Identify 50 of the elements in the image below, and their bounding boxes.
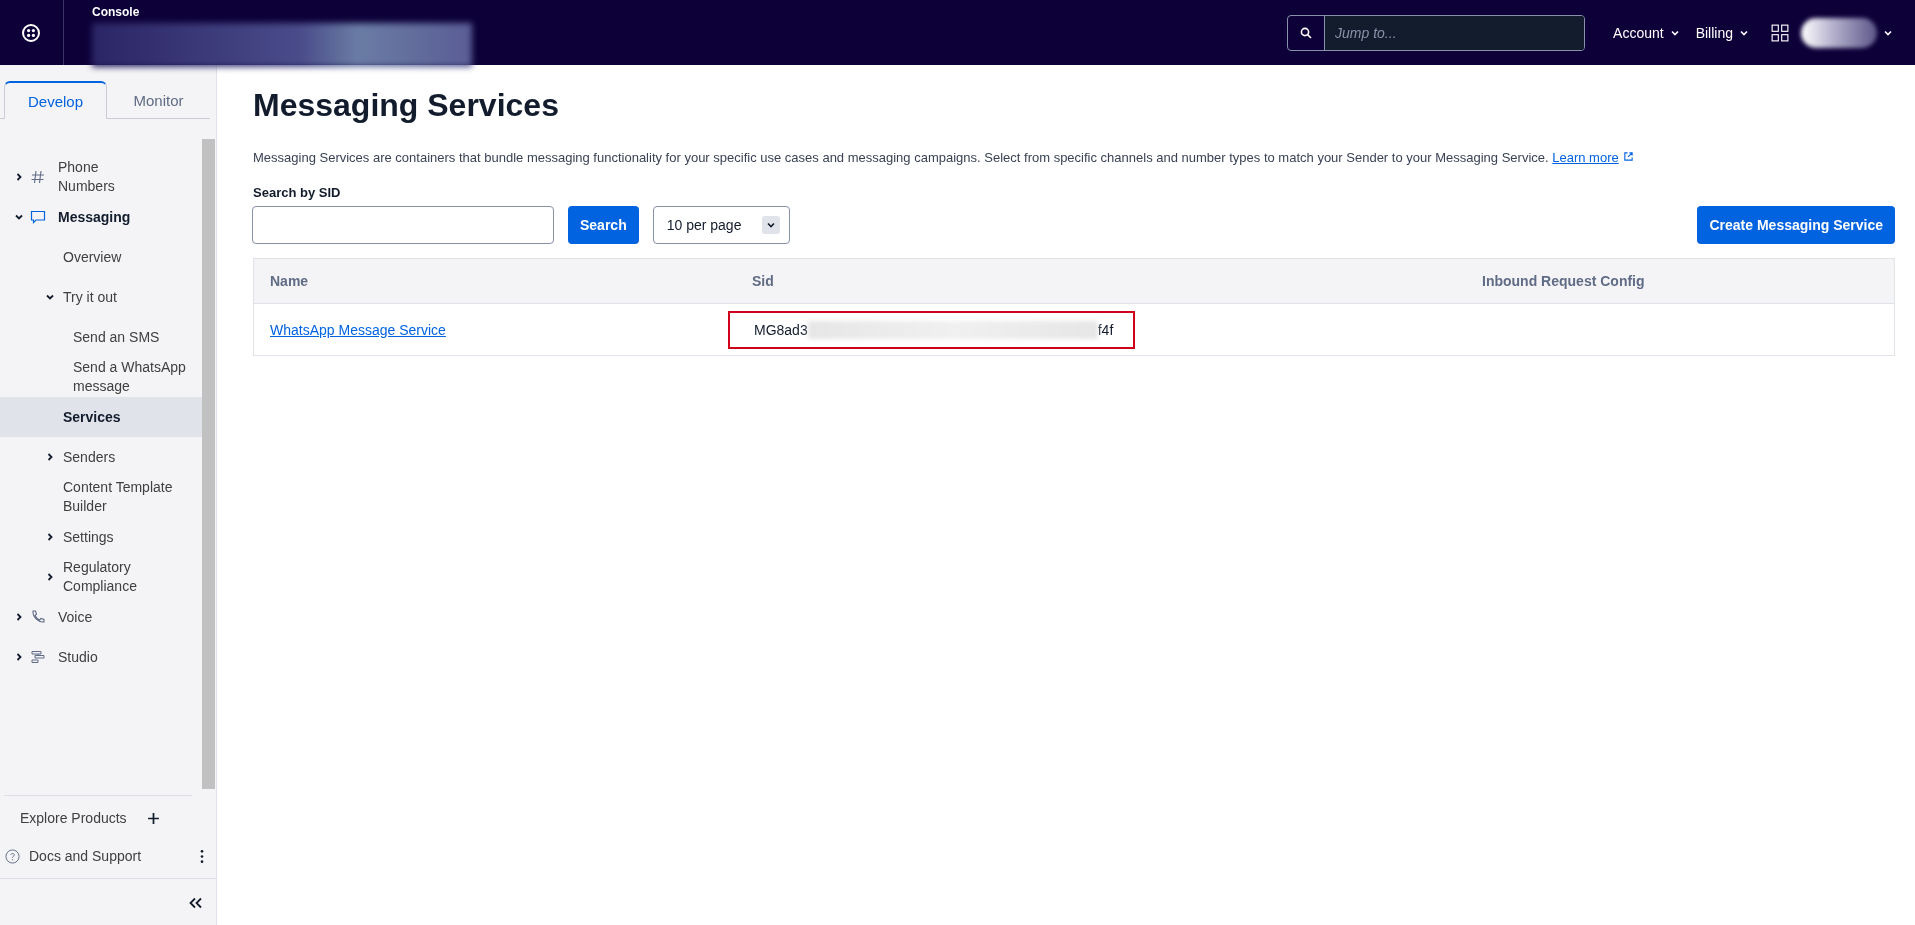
search-icon — [1300, 26, 1313, 39]
explore-products-link[interactable]: Explore Products — [20, 810, 127, 826]
search-button[interactable]: Search — [568, 206, 639, 244]
more-options-icon[interactable] — [200, 848, 204, 864]
sidebar-tab[interactable]: Develop — [4, 81, 107, 119]
plus-icon[interactable] — [146, 811, 160, 825]
menu-button[interactable]: Billing — [1695, 24, 1749, 41]
search-field[interactable]: Jump to... — [1287, 14, 1586, 51]
nav-item[interactable]: Voice — [0, 597, 202, 637]
chevron-down-icon[interactable] — [13, 212, 24, 222]
sid-text: MG8ad3 — [754, 321, 808, 338]
console-label: Console — [92, 5, 141, 19]
chat-bubble-icon — [30, 209, 46, 225]
chevron-down-icon[interactable] — [44, 292, 55, 302]
nav-item[interactable]: Send a WhatsApp message — [0, 357, 202, 397]
page-title: Messaging Services — [253, 87, 560, 124]
column-header: Inbound Request Config — [1481, 273, 1646, 289]
nav-item[interactable]: Try it out — [0, 277, 202, 317]
apps-grid-icon[interactable] — [1771, 23, 1789, 42]
nav-item[interactable]: Services — [0, 397, 202, 437]
page-description: Messaging Services are containers that bundle messaging functionality for your specific use cases and messaging campaigns. Select from specific channels and number types to match your Sender to your Messaging Service. Learn more — [253, 150, 1895, 165]
nav-item[interactable]: Messaging — [0, 197, 202, 237]
nav-item[interactable]: Overview — [0, 237, 202, 277]
sid-text: f4f — [1097, 321, 1114, 338]
search-label: Search by SID — [253, 185, 342, 200]
hash-icon — [30, 169, 46, 185]
nav-item[interactable]: Regulatory Compliance — [0, 557, 202, 597]
caret-icon — [765, 220, 776, 230]
flow-icon — [30, 649, 46, 665]
nav-item[interactable]: Content Template Builder — [0, 477, 202, 517]
sidebar-tab[interactable]: Monitor — [107, 81, 210, 119]
column-header: Sid — [751, 273, 775, 289]
docs-support-link[interactable]: Docs and Support — [29, 848, 200, 864]
service-name-link[interactable]: WhatsApp Message Service — [270, 321, 446, 338]
help-icon — [5, 848, 20, 864]
nav-item[interactable]: Settings — [0, 517, 202, 557]
logo-icon[interactable] — [21, 22, 41, 43]
nav-item[interactable]: Phone Numbers — [0, 157, 202, 197]
nav-item[interactable]: Studio — [0, 637, 202, 677]
phone-icon — [30, 609, 46, 625]
external-link-icon — [1622, 151, 1634, 162]
nav-item[interactable]: Senders — [0, 437, 202, 477]
collapse-icon[interactable] — [188, 897, 204, 909]
sid-input-field[interactable] — [252, 206, 554, 244]
menu-button[interactable]: Account — [1613, 24, 1680, 41]
learn-more-link[interactable]: Learn more — [1552, 150, 1634, 165]
create-service-button[interactable]: Create Messaging Service — [1697, 206, 1895, 244]
column-header: Name — [269, 273, 310, 289]
nav-item[interactable]: Send an SMS — [0, 317, 202, 357]
page-size-select[interactable]: 10 per page — [652, 206, 790, 244]
